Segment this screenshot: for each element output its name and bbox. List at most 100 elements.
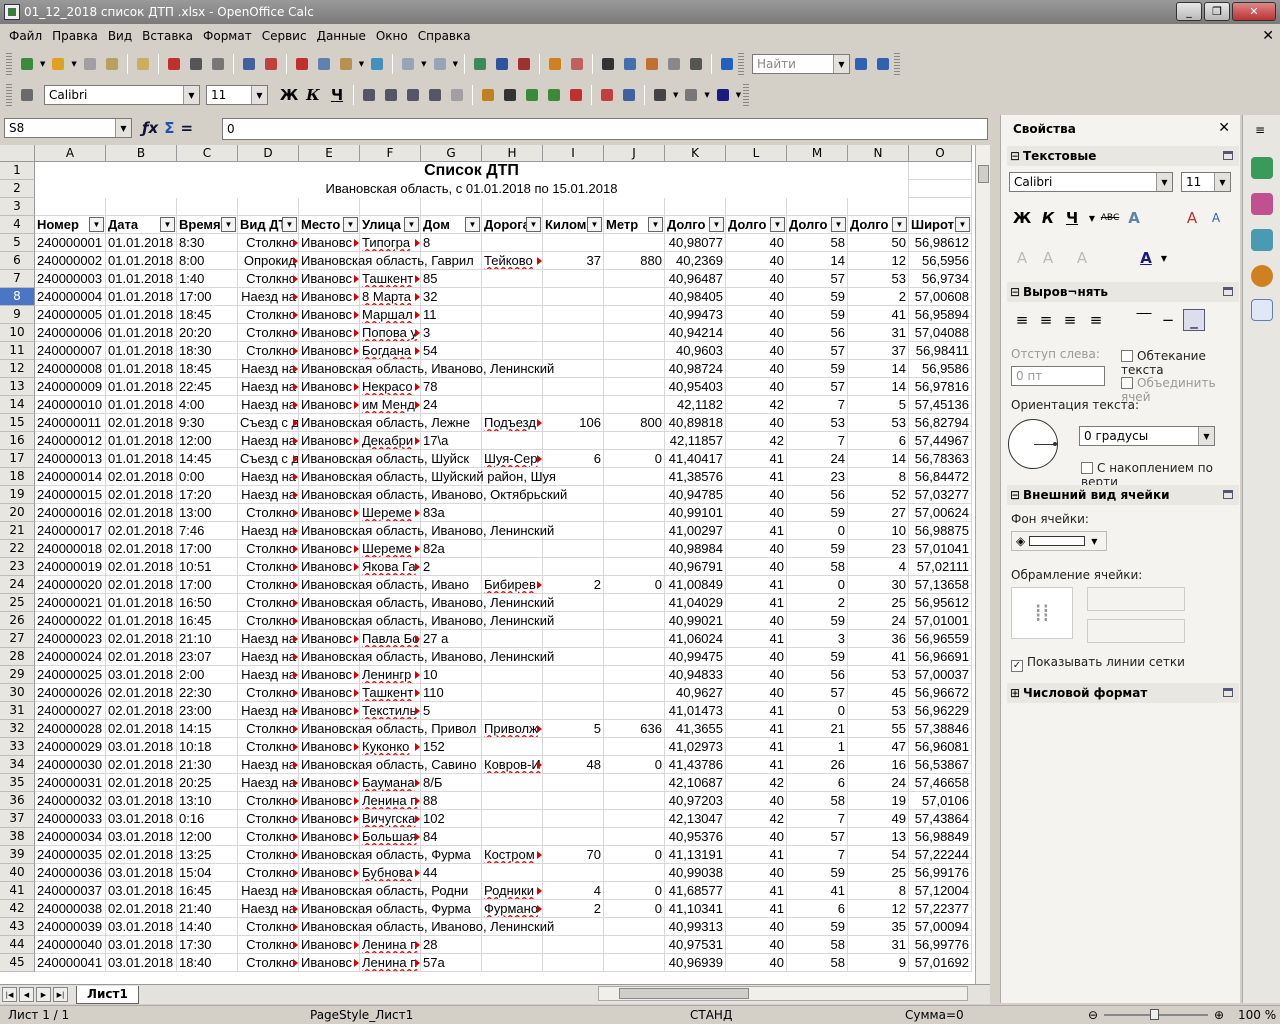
cell[interactable]: 18:40 — [177, 954, 238, 972]
cell[interactable]: 01.01.2018 — [106, 612, 177, 630]
sidebar-bold-button[interactable]: Ж — [1011, 207, 1033, 229]
cell[interactable]: 41,43786 — [665, 756, 726, 774]
row-header[interactable]: 20 — [0, 504, 35, 522]
cell[interactable]: 0 — [604, 900, 665, 918]
cell[interactable] — [482, 432, 543, 450]
copy-icon[interactable] — [315, 55, 333, 73]
cell[interactable]: 2 — [848, 288, 909, 306]
cell[interactable]: Ивановская область, Иваново, Ленинский — [299, 594, 554, 612]
row-header[interactable]: 25 — [0, 594, 35, 612]
cell[interactable]: 110 — [421, 684, 482, 702]
column-filter-header[interactable]: Номер ▼ — [35, 216, 106, 234]
cell[interactable]: 8 — [421, 234, 482, 252]
section-number-format[interactable]: ⊞ Числовой формат — [1007, 683, 1239, 703]
cell[interactable] — [543, 270, 604, 288]
align-bottom-icon[interactable]: _ — [1183, 309, 1205, 331]
cell[interactable]: 636 — [604, 720, 665, 738]
horizontal-scroll-thumb[interactable] — [619, 988, 749, 999]
decrease-indent-icon[interactable] — [598, 86, 616, 104]
underline-button[interactable]: Ч — [326, 85, 348, 105]
cell[interactable]: 240000034 — [35, 828, 106, 846]
cell[interactable]: 240000007 — [35, 342, 106, 360]
cell[interactable]: 57,12004 — [909, 882, 972, 900]
cell[interactable]: 10 — [421, 666, 482, 684]
cell[interactable]: 57,01692 — [909, 954, 972, 972]
navigator-icon[interactable] — [621, 55, 639, 73]
column-header-N[interactable]: N — [848, 145, 909, 162]
cell[interactable]: Ивановская область, Шуйск — [299, 450, 469, 468]
cell[interactable]: Подъезд — [482, 414, 543, 432]
cell[interactable]: 40,97531 — [665, 936, 726, 954]
column-filter-header[interactable]: Метр ▼ — [604, 216, 665, 234]
cell[interactable]: 4 — [543, 882, 604, 900]
cell[interactable]: 42,13047 — [665, 810, 726, 828]
cell[interactable]: 40,94785 — [665, 486, 726, 504]
cell[interactable] — [421, 198, 482, 216]
column-filter-header[interactable]: Время ▼ — [177, 216, 238, 234]
cell[interactable]: 56,96559 — [909, 630, 972, 648]
styles-tab-icon[interactable] — [1251, 193, 1273, 215]
cell[interactable]: 02.01.2018 — [106, 648, 177, 666]
status-page-style[interactable]: PageStyle_Лист1 — [310, 1008, 413, 1022]
name-box[interactable]: S8 ▼ — [4, 118, 132, 138]
cell[interactable]: Наезд на — [238, 900, 299, 918]
cell[interactable]: 19 — [848, 792, 909, 810]
cell[interactable]: 13:10 — [177, 792, 238, 810]
orientation-dropdown-icon[interactable]: ▼ — [1198, 427, 1214, 445]
row-header[interactable]: 35 — [0, 774, 35, 792]
function-wizard-icon[interactable]: ƒx — [142, 119, 158, 137]
cell[interactable]: 41,01473 — [665, 702, 726, 720]
cell[interactable] — [299, 198, 360, 216]
name-box-dropdown-icon[interactable]: ▼ — [115, 119, 131, 137]
cell[interactable] — [543, 288, 604, 306]
cell[interactable]: Столкно — [238, 306, 299, 324]
cell[interactable]: 40 — [726, 414, 787, 432]
column-filter-header[interactable]: Улица ▼ — [360, 216, 421, 234]
autofilter-dropdown-icon[interactable]: ▼ — [89, 217, 104, 232]
cell[interactable]: 10:51 — [177, 558, 238, 576]
cell[interactable]: 57,00608 — [909, 288, 972, 306]
cell[interactable]: 40 — [726, 936, 787, 954]
bold-button[interactable]: Ж — [278, 85, 300, 105]
menu-view[interactable]: Вид — [103, 29, 137, 43]
cell[interactable] — [482, 198, 543, 216]
row-header[interactable]: 21 — [0, 522, 35, 540]
cell[interactable]: 57,01001 — [909, 612, 972, 630]
cell[interactable]: 240000038 — [35, 900, 106, 918]
cell[interactable] — [482, 792, 543, 810]
cell[interactable]: 2 — [421, 558, 482, 576]
cell[interactable] — [604, 810, 665, 828]
row-header[interactable]: 30 — [0, 684, 35, 702]
cell[interactable]: 42 — [726, 432, 787, 450]
cell[interactable]: 02.01.2018 — [106, 522, 177, 540]
cell[interactable]: 14:45 — [177, 450, 238, 468]
cell[interactable] — [604, 522, 665, 540]
font-color-dropdown-icon[interactable]: ▼ — [1153, 247, 1175, 269]
sum-icon[interactable]: Σ — [164, 119, 174, 137]
cell[interactable]: Ивановская область, Иваново, Ленинский — [299, 918, 554, 936]
cell[interactable]: 40,98984 — [665, 540, 726, 558]
align-justify-icon[interactable] — [426, 86, 444, 104]
cell[interactable]: 83а — [421, 504, 482, 522]
cell[interactable]: 14:40 — [177, 918, 238, 936]
align-center-icon[interactable] — [382, 86, 400, 104]
cell[interactable]: Ленина п — [360, 954, 421, 972]
align-right-icon[interactable] — [404, 86, 422, 104]
cell[interactable]: 240000037 — [35, 882, 106, 900]
font-color-icon[interactable] — [714, 86, 732, 104]
cell[interactable]: 56,96229 — [909, 702, 972, 720]
autofilter-dropdown-icon[interactable]: ▼ — [282, 217, 297, 232]
cell[interactable]: 240000041 — [35, 954, 106, 972]
shadow-button[interactable]: A — [1123, 207, 1145, 229]
cell[interactable]: 52 — [848, 486, 909, 504]
navigator-tab-icon[interactable] — [1251, 265, 1273, 287]
cell[interactable]: 0:00 — [177, 468, 238, 486]
sidebar-justify-icon[interactable]: ≡ — [1085, 309, 1107, 331]
cell[interactable]: 03.01.2018 — [106, 792, 177, 810]
sidebar-font-field[interactable]: Calibri ▼ — [1009, 172, 1173, 192]
email-icon[interactable] — [103, 55, 121, 73]
cell[interactable]: 7:46 — [177, 522, 238, 540]
cell[interactable]: 40,96939 — [665, 954, 726, 972]
cell[interactable]: Ивановс — [299, 504, 360, 522]
cell[interactable] — [909, 162, 972, 180]
